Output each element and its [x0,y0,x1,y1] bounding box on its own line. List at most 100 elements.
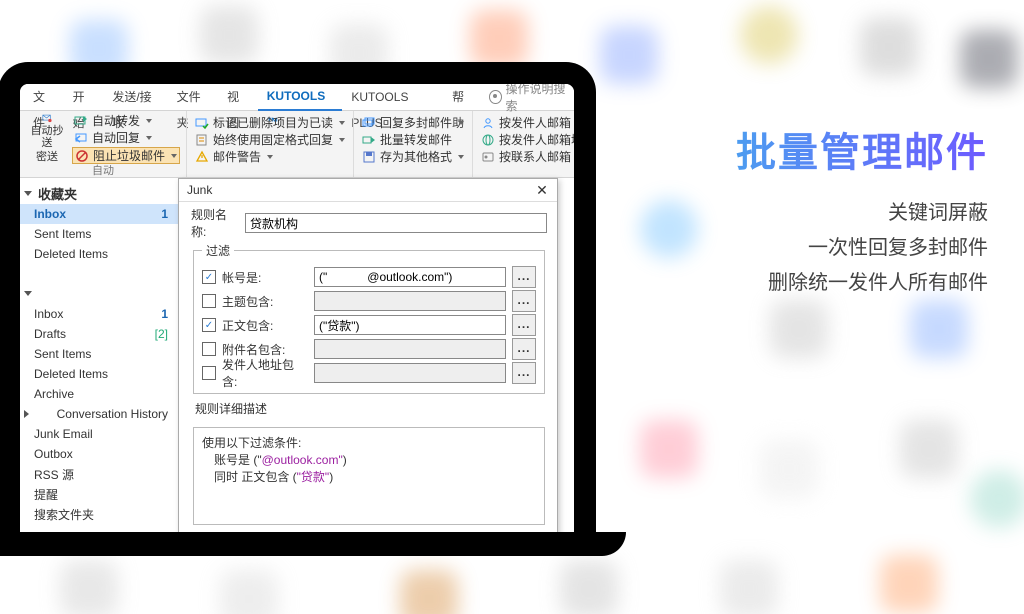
mail-alert-button[interactable]: 邮件警告 [193,149,347,165]
block-junk-button[interactable]: 阻止垃圾邮件 [72,147,180,164]
forward-multiple-button[interactable]: 批量转发邮件 [360,132,466,148]
tab-view[interactable]: 视图 [218,84,258,110]
promo-title: 批量管理邮件 [736,120,988,178]
folder-rss[interactable]: RSS 源 [20,464,178,484]
chevron-down-icon [339,138,345,142]
tab-kutools[interactable]: KUTOOLS ™ [258,83,343,111]
forward-multi-icon [362,133,376,147]
save-as-other-button[interactable]: 存为其他格式 [360,149,466,165]
content-area: Junk ✕ 规则名称: 过滤 [179,178,574,538]
filter-fieldset: 过滤 帐号是: ... 主题包含: [193,242,545,394]
rule-name-label: 规则名称: [191,206,239,240]
tab-file[interactable]: 文件 [24,84,64,110]
folder-deleted-items[interactable]: Deleted Items [20,364,178,384]
subject-input[interactable] [314,291,506,311]
folder-archive[interactable]: Archive [20,384,178,404]
chevron-down-icon [267,155,273,159]
close-button[interactable]: ✕ [533,181,551,199]
folder-search-folders[interactable]: 搜索文件夹 [20,504,178,524]
by-contact-button[interactable]: 按联系人邮箱 [479,149,585,165]
fixed-format-reply-button[interactable]: 始终使用固定格式回复 [193,132,347,148]
dialog-titlebar[interactable]: Junk ✕ [179,179,557,202]
chevron-right-icon [24,410,29,418]
body-input[interactable] [314,315,506,335]
chevron-down-icon [146,119,152,123]
forward-icon [74,114,88,128]
block-icon [75,149,89,163]
chevron-down-icon [146,136,152,140]
tab-help[interactable]: 帮助 [443,84,483,110]
folder-inbox[interactable]: Inbox1 [20,204,178,224]
folder-pane: 收藏夹 Inbox1 Sent Items Deleted Items Inbo… [20,178,179,538]
auto-cc-bcc-button[interactable]: 自动抄送 密送 [26,113,68,163]
save-icon [362,150,376,164]
person-icon [481,116,495,130]
browse-button[interactable]: ... [512,338,536,360]
filter-legend: 过滤 [202,242,234,259]
checkbox-body[interactable] [202,318,216,332]
favorites-header[interactable]: 收藏夹 [20,178,178,204]
folder-deleted-items[interactable]: Deleted Items [20,244,178,264]
lightbulb-icon [489,90,502,104]
account-input[interactable] [314,267,506,287]
tab-home[interactable]: 开始 [64,84,104,110]
folder-junk-email[interactable]: Junk Email [20,424,178,444]
browse-button[interactable]: ... [512,290,536,312]
account-header[interactable] [20,278,178,304]
checkbox-sender-address[interactable] [202,366,216,380]
promo-line: 关键词屏蔽 [736,196,988,225]
outlook-window: 文件 开始 发送/接收 文件夹 视图 KUTOOLS ™ KUTOOLS PLU… [20,84,574,538]
mark-deleted-read-button[interactable]: 标记已删除项目为已读 [193,115,347,131]
chevron-down-icon [24,191,32,196]
reply-multi-icon [362,116,376,130]
checkbox-account[interactable] [202,270,216,284]
rule-name-input[interactable] [245,213,547,233]
laptop-frame: 文件 开始 发送/接收 文件夹 视图 KUTOOLS ™ KUTOOLS PLU… [0,62,596,538]
mail-check-icon [195,116,209,130]
dialog-title: Junk [187,183,212,197]
promo-line: 一次性回复多封邮件 [736,231,988,260]
by-sender-address-button[interactable]: 按发件人邮箱 [479,115,585,131]
ribbon-group-label: 自动 [26,164,180,178]
checkbox-subject[interactable] [202,294,216,308]
browse-button[interactable]: ... [512,266,536,288]
alert-icon [195,150,209,164]
filter-row-sender-address: 发件人地址包含: ... [202,361,536,385]
folder-conversation-history[interactable]: Conversation History [20,404,178,424]
chevron-down-icon [171,154,177,158]
description-legend: 规则详细描述 [193,400,267,419]
filter-row-subject: 主题包含: ... [202,289,536,313]
filter-row-account: 帐号是: ... [202,265,536,289]
tab-folder[interactable]: 文件夹 [168,84,218,110]
ribbon-body: 自动抄送 密送 自动转发 自动回复 阻止垃圾邮件 自动 标记已删除项目为已读 [20,111,574,178]
browse-button[interactable]: ... [512,362,536,384]
tab-send-receive[interactable]: 发送/接收 [103,84,167,110]
format-icon [195,133,209,147]
sender-address-input[interactable] [314,363,506,383]
folder-inbox[interactable]: Inbox1 [20,304,178,324]
auto-reply-button[interactable]: 自动回复 [72,130,180,146]
reply-multiple-button[interactable]: 回复多封邮件 [360,115,466,131]
envelope-gear-icon [36,113,58,123]
chevron-down-icon [24,291,32,296]
folder-outbox[interactable]: Outbox [20,444,178,464]
chevron-down-icon [458,121,464,125]
auto-forward-button[interactable]: 自动转发 [72,113,180,129]
domain-icon [481,133,495,147]
rule-description-box: 使用以下过滤条件: 账号是 ("@outlook.com") 同时 正文包含 (… [193,427,545,525]
tab-kutools-plus[interactable]: KUTOOLS PLUS [342,84,443,110]
folder-sent-items[interactable]: Sent Items [20,344,178,364]
chevron-down-icon [339,121,345,125]
folder-sent-items[interactable]: Sent Items [20,224,178,244]
folder-drafts[interactable]: Drafts[2] [20,324,178,344]
filter-row-body: 正文包含: ... [202,313,536,337]
contact-icon [481,150,495,164]
browse-button[interactable]: ... [512,314,536,336]
attachment-input[interactable] [314,339,506,359]
by-sender-domain-button[interactable]: 按发件人邮箱域 [479,132,585,148]
tell-me-label: 操作说明搜索 [506,80,570,114]
folder-reminders[interactable]: 提醒 [20,484,178,504]
checkbox-attachment[interactable] [202,342,216,356]
tell-me-search[interactable]: 操作说明搜索 [489,80,570,114]
promo-block: 批量管理邮件 关键词屏蔽 一次性回复多封邮件 删除统一发件人所有邮件 [736,120,988,301]
